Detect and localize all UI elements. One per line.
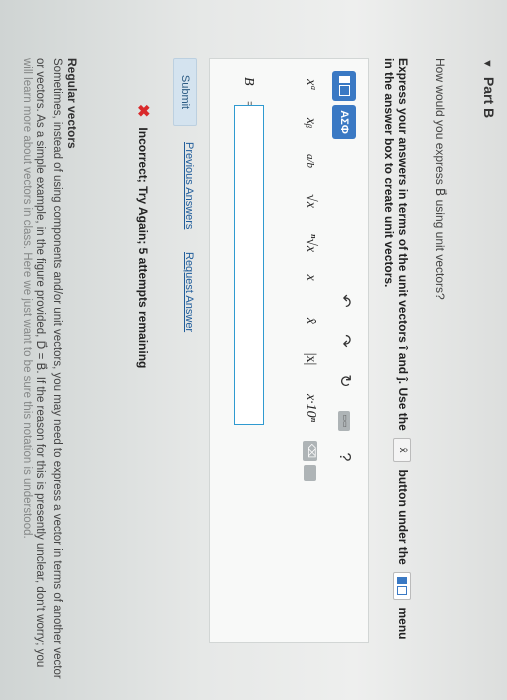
redo-arrow-icon[interactable]: ↷: [332, 329, 356, 353]
part-title-text: Part B: [481, 76, 497, 119]
request-answer-link[interactable]: Request Answer: [183, 252, 195, 332]
incorrect-x-icon: ✖: [134, 104, 151, 118]
answer-panel: ΑΣΦ ↶ ↷ ↻ ▭▭ ? xᵃ xᵦ a/b √x ⁿ√x x⃗ x̂ |x…: [209, 58, 369, 643]
superscript-button[interactable]: xᵃ: [298, 71, 322, 99]
collapse-triangle-icon[interactable]: ▼: [481, 58, 493, 69]
regular-vectors-line-3: will learn more about vectors in class. …: [21, 58, 33, 539]
help-icon[interactable]: ?: [332, 445, 356, 469]
screenshot-stage: ▼ Part B How would you express B⃗ using u…: [0, 0, 507, 700]
regular-vectors-line-1: Sometimes, instead of using components a…: [51, 58, 63, 679]
unit-vector-inline-button: x̂: [393, 438, 411, 463]
answer-input[interactable]: [234, 105, 264, 425]
subscript-button[interactable]: xᵦ: [298, 109, 322, 137]
scientific-notation-button[interactable]: x·10ⁿ: [298, 383, 322, 433]
page-content: ▼ Part B How would you express B⃗ using u…: [0, 0, 507, 700]
instruction-text-menu: menu: [395, 607, 410, 640]
square-root-button[interactable]: √x: [298, 185, 322, 217]
template-inline-icon: [393, 572, 411, 601]
regular-vectors-title: Regular vectors: [65, 58, 79, 149]
regular-vectors-line-2: or vectors. As a simple example, in the …: [34, 58, 46, 668]
instruction-text-mid: î and ĵ. Use the: [395, 346, 410, 431]
keyboard-shortcuts-icon[interactable]: ▭▭: [338, 411, 350, 431]
unit-vector-button[interactable]: x̂: [298, 307, 322, 335]
feedback-text: Incorrect; Try Again; 5 attempts remaini…: [136, 127, 150, 369]
part-title[interactable]: ▼ Part B: [481, 58, 497, 118]
delete-icon[interactable]: ⌫: [303, 441, 317, 461]
question-text: How would you express B⃗ using unit vect…: [433, 58, 447, 300]
templates-button[interactable]: [332, 71, 356, 101]
submit-button[interactable]: Submit: [173, 58, 197, 126]
absolute-value-button[interactable]: |x|: [298, 345, 322, 373]
nth-root-button[interactable]: ⁿ√x: [298, 227, 322, 259]
reset-icon[interactable]: ↻: [332, 369, 356, 393]
previous-answers-link[interactable]: Previous Answers: [183, 142, 195, 229]
instruction-line-2: in the answer box to create unit vectors…: [382, 58, 396, 288]
greek-letters-button[interactable]: ΑΣΦ: [332, 105, 356, 139]
undo-arrow-icon[interactable]: ↶: [332, 289, 356, 313]
fraction-button[interactable]: a/b: [298, 147, 322, 175]
feedback-status: ✖ Incorrect; Try Again; 5 attempts remain…: [133, 104, 153, 368]
instruction-text-end: button under the: [395, 469, 410, 565]
instruction-text-start: Express your answers in terms of the uni…: [395, 58, 410, 343]
vector-button[interactable]: x⃗: [298, 269, 322, 297]
keyboard-icon[interactable]: [304, 465, 316, 481]
